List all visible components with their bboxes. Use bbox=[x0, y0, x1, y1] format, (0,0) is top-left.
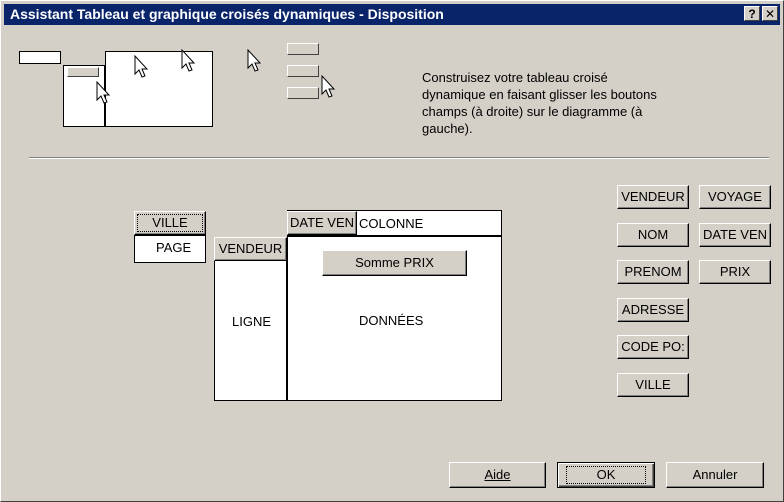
close-icon[interactable]: ✕ bbox=[762, 6, 778, 21]
field-prenom[interactable]: PRENOM bbox=[617, 260, 689, 284]
field-adresse[interactable]: ADRESSE bbox=[617, 298, 689, 322]
field-code-postal[interactable]: CODE PO: bbox=[617, 335, 689, 359]
ok-button-label: OK bbox=[566, 466, 646, 484]
title-bar: Assistant Tableau et graphique croisés d… bbox=[4, 4, 780, 25]
field-ville[interactable]: VILLE bbox=[617, 373, 689, 397]
field-date-vente[interactable]: DATE VEN bbox=[699, 223, 771, 247]
cursor-arrow-icon bbox=[134, 55, 149, 78]
field-voyage[interactable]: VOYAGE bbox=[699, 185, 771, 209]
field-vendeur[interactable]: VENDEUR bbox=[617, 185, 689, 209]
separator bbox=[29, 157, 769, 159]
page-field-ville[interactable]: VILLE bbox=[134, 211, 206, 235]
help-button[interactable]: Aide bbox=[449, 462, 546, 488]
row-field-vendeur[interactable]: VENDEUR bbox=[214, 237, 287, 261]
column-field-date-vente[interactable]: DATE VEN bbox=[287, 211, 357, 235]
page-zone[interactable]: PAGE bbox=[134, 235, 206, 263]
data-field-somme-prix[interactable]: Somme PRIX bbox=[322, 250, 467, 276]
data-zone-label: DONNÉES bbox=[359, 313, 424, 328]
instructions-text: Construisez votre tableau croisé dynamiq… bbox=[422, 70, 657, 136]
page-zone-label: PAGE bbox=[156, 240, 192, 255]
mini-field-button bbox=[67, 67, 99, 77]
cursor-arrow-icon bbox=[247, 49, 262, 72]
row-zone-label: LIGNE bbox=[232, 314, 272, 329]
mini-field-button bbox=[287, 87, 319, 99]
mini-field-button bbox=[287, 65, 319, 77]
mini-field-button bbox=[287, 43, 319, 55]
dialog-title: Assistant Tableau et graphique croisés d… bbox=[10, 6, 444, 22]
column-zone-label: COLONNE bbox=[359, 216, 424, 231]
field-nom[interactable]: NOM bbox=[617, 223, 689, 247]
pivot-wizard-dialog: Assistant Tableau et graphique croisés d… bbox=[0, 0, 784, 502]
cursor-arrow-icon bbox=[96, 81, 111, 104]
help-button-label: Aide bbox=[484, 467, 511, 482]
row-zone[interactable]: LIGNE bbox=[214, 237, 287, 401]
help-icon[interactable]: ? bbox=[744, 6, 760, 21]
cursor-arrow-icon bbox=[321, 75, 336, 98]
ok-button[interactable]: OK bbox=[557, 462, 655, 488]
cancel-button[interactable]: Annuler bbox=[666, 462, 764, 488]
cursor-arrow-icon bbox=[181, 49, 196, 72]
mini-page-box bbox=[19, 51, 61, 64]
field-prix[interactable]: PRIX bbox=[699, 260, 771, 284]
